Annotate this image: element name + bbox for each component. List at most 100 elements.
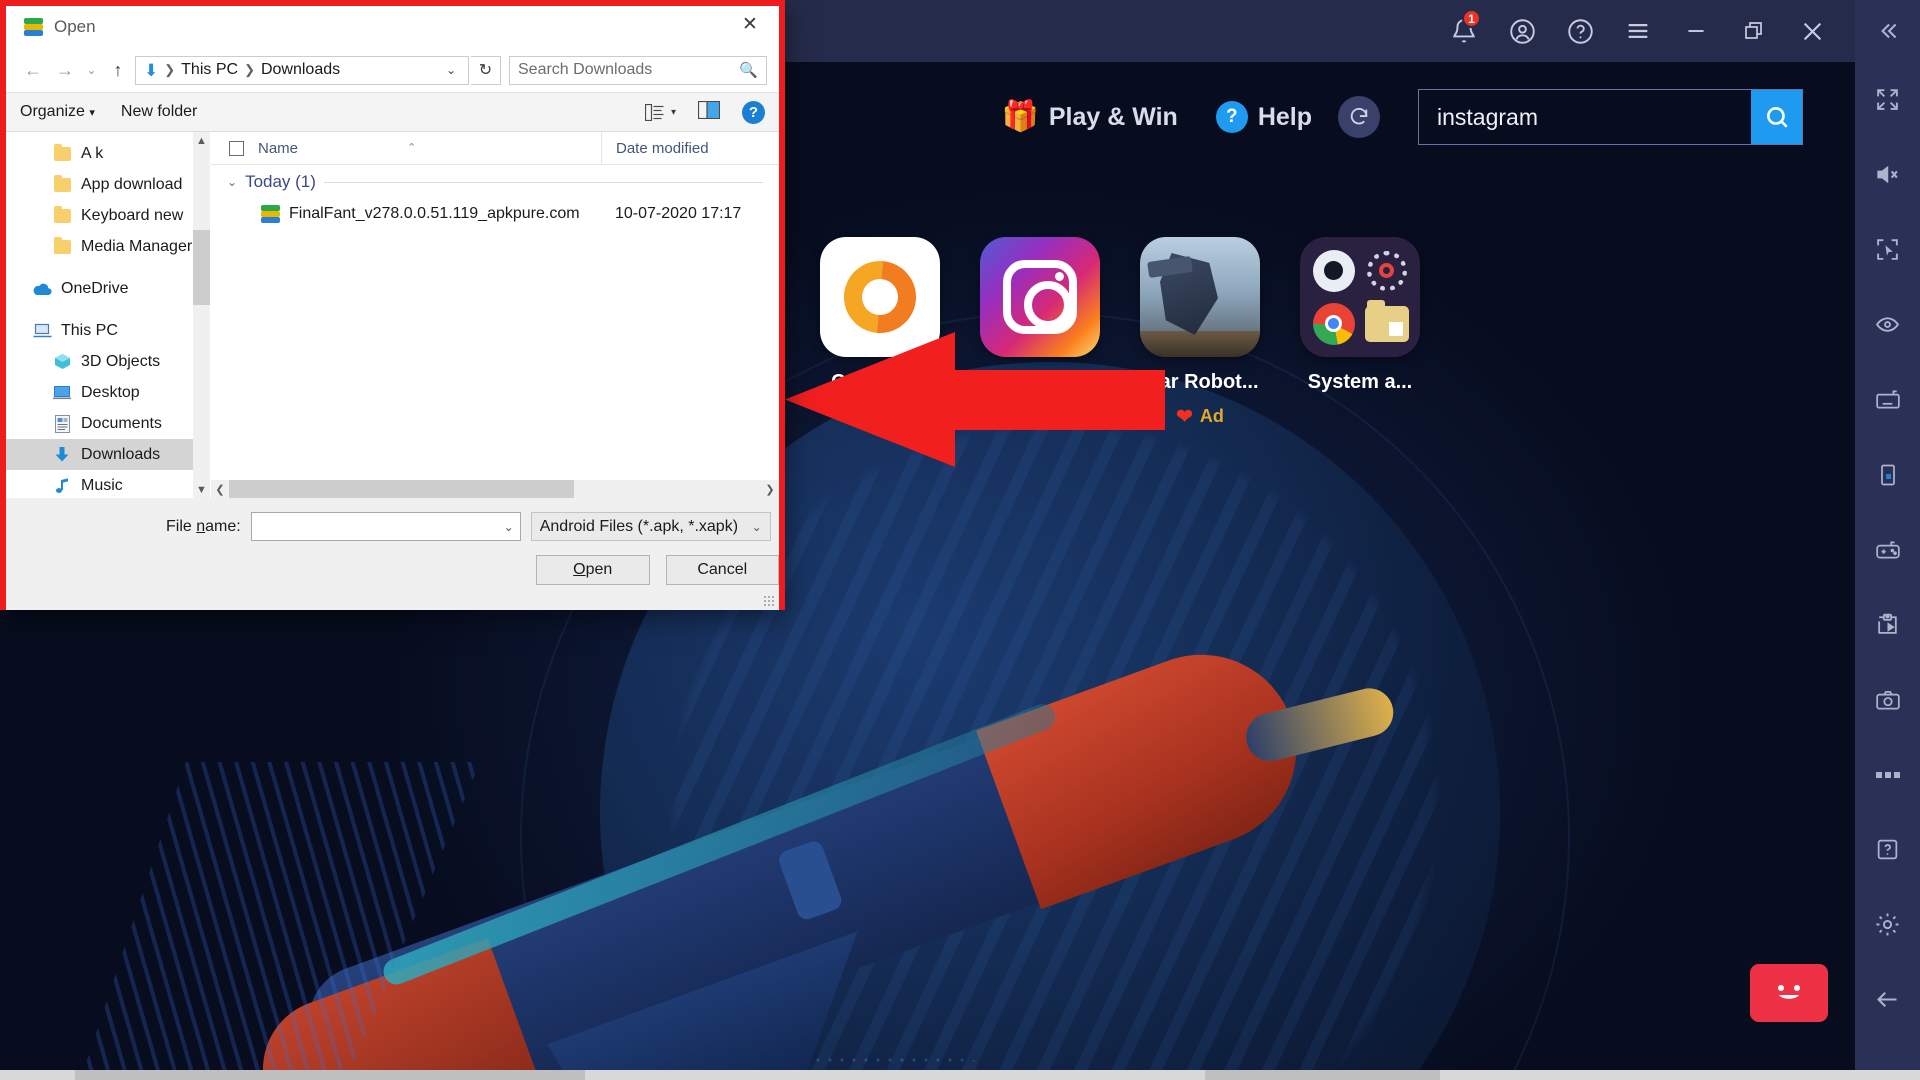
notifications-icon[interactable]: 1	[1435, 0, 1493, 62]
chevron-up-icon[interactable]: ▲	[196, 132, 207, 149]
file-group-header[interactable]: ⌄ Today (1)	[211, 165, 779, 199]
address-bar[interactable]: ⬇ ❯ This PC ❯ Downloads ⌄	[135, 55, 469, 85]
file-name-cell[interactable]: FinalFant_v278.0.0.51.119_apkpure.com	[211, 205, 601, 223]
account-icon[interactable]	[1493, 0, 1551, 62]
nav-pane-scrollbar[interactable]: ▲ ▼	[193, 132, 210, 498]
table-row[interactable]: FinalFant_v278.0.0.51.119_apkpure.com 10…	[211, 199, 779, 229]
reload-icon[interactable]	[1338, 96, 1380, 138]
recent-locations-icon[interactable]: ⌄	[82, 55, 101, 85]
open-button[interactable]: Open	[536, 555, 650, 585]
select-all-checkbox[interactable]	[229, 140, 244, 156]
nav-item-this-pc[interactable]: This PC	[6, 315, 210, 346]
organize-label: Organize	[20, 103, 85, 120]
help-button[interactable]: ? Help	[1215, 101, 1312, 133]
breadcrumb-downloads[interactable]: Downloads	[261, 61, 340, 79]
help-icon[interactable]: ?	[742, 100, 765, 124]
nav-item-onedrive[interactable]: OneDrive	[6, 273, 210, 304]
screenshot-camera-icon[interactable]	[1855, 662, 1920, 737]
macro-play-icon[interactable]	[1855, 587, 1920, 662]
gamepad-icon[interactable]	[1855, 512, 1920, 587]
eye-icon[interactable]	[1855, 287, 1920, 362]
question-box-icon[interactable]	[1855, 812, 1920, 887]
new-folder-button[interactable]: New folder	[121, 103, 197, 121]
chevron-down-icon[interactable]: ⌄	[227, 175, 237, 189]
settings-gear-icon[interactable]	[1855, 887, 1920, 962]
close-icon[interactable]	[1783, 0, 1841, 62]
nav-item-keyboard-new[interactable]: Keyboard new	[6, 200, 210, 231]
search-input[interactable]	[1419, 90, 1751, 144]
rotate-device-icon[interactable]	[1855, 437, 1920, 512]
maximize-icon[interactable]	[1725, 0, 1783, 62]
cancel-button[interactable]: Cancel	[665, 555, 779, 585]
chevron-down-icon[interactable]: ⌄	[438, 63, 464, 77]
nav-item-label: OneDrive	[61, 279, 129, 297]
scrollbar-thumb[interactable]	[193, 230, 210, 305]
refresh-icon[interactable]: ↻	[471, 55, 501, 85]
nav-item-label: Music	[81, 476, 123, 494]
nav-item-3d-objects[interactable]: 3D Objects	[6, 346, 210, 377]
close-icon[interactable]: ✕	[727, 8, 773, 40]
search-icon[interactable]	[1751, 90, 1802, 144]
nav-item-media-manager[interactable]: Media Manager	[6, 231, 210, 262]
up-arrow-icon[interactable]: ↑	[103, 55, 133, 85]
chevron-right-icon[interactable]: ❯	[761, 483, 779, 496]
nav-item-app-download[interactable]: App download	[6, 169, 210, 200]
app-label: System a...	[1307, 371, 1413, 393]
resize-grip[interactable]	[763, 595, 775, 607]
nav-item-desktop[interactable]: Desktop	[6, 377, 210, 408]
search-downloads-input[interactable]: Search Downloads 🔍	[509, 55, 767, 85]
bluestacks-icon	[261, 205, 280, 223]
mute-icon[interactable]	[1855, 137, 1920, 212]
file-list-horizontal-scrollbar[interactable]: ❮ ❯	[211, 480, 779, 498]
preview-pane-icon[interactable]	[697, 100, 721, 124]
back-arrow-icon[interactable]	[1855, 962, 1920, 1037]
fullscreen-icon[interactable]	[1855, 62, 1920, 137]
organize-button[interactable]: Organize ▾	[20, 103, 95, 121]
chevrons-left-icon[interactable]	[1855, 0, 1920, 62]
chevron-down-icon[interactable]: ▼	[196, 481, 207, 498]
file-list-pane[interactable]: Name ⌃ Date modified ⌄ Today (1) FinalFa…	[211, 132, 779, 498]
breadcrumb-this-pc[interactable]: This PC	[181, 61, 238, 79]
more-dots-icon[interactable]	[1855, 737, 1920, 812]
play-and-win-button[interactable]: 🎁 Play & Win	[1001, 102, 1177, 132]
floating-chat-bubble[interactable]	[1750, 964, 1828, 1022]
notification-badge: 1	[1462, 9, 1481, 28]
app-search-box[interactable]	[1418, 89, 1803, 145]
back-arrow-icon[interactable]: ←	[18, 55, 48, 85]
nav-item-label: Downloads	[81, 445, 161, 463]
chevron-left-icon[interactable]: ❮	[211, 483, 229, 496]
group-divider	[323, 181, 763, 183]
minimize-icon[interactable]	[1667, 0, 1725, 62]
ad-label: Ad	[1199, 406, 1224, 426]
file-type-select[interactable]: Android Files (*.apk, *.xapk) ⌄	[530, 512, 771, 541]
nav-item-a-k[interactable]: A k	[6, 138, 210, 169]
chevron-down-icon: ▾	[89, 107, 95, 119]
dialog-footer: File name: ⌄ Android Files (*.apk, *.xap…	[6, 498, 779, 610]
file-name-input[interactable]: ⌄	[250, 512, 521, 541]
app-item-system-apps[interactable]: System a...	[1300, 237, 1420, 430]
nav-item-music[interactable]: Music	[6, 470, 210, 498]
menu-icon[interactable]	[1609, 0, 1667, 62]
scrollbar-thumb[interactable]	[229, 480, 574, 498]
help-icon[interactable]	[1551, 0, 1609, 62]
forward-arrow-icon[interactable]: →	[50, 55, 80, 85]
help-label: Help	[1257, 102, 1312, 131]
nav-item-downloads[interactable]: Downloads	[6, 439, 210, 470]
open-file-dialog[interactable]: Open ✕ ← → ⌄ ↑ ⬇ ❯ This PC ❯ Downloads ⌄…	[0, 0, 785, 610]
chevron-down-icon[interactable]: ⌄	[504, 520, 514, 534]
dialog-body: A k App download Keyboard new Media Mana…	[6, 132, 779, 498]
dialog-toolbar: Organize ▾ New folder ▾ ?	[6, 92, 779, 132]
keyboard-icon[interactable]	[1855, 362, 1920, 437]
column-header-date-modified[interactable]: Date modified	[601, 132, 709, 164]
system-apps-icon[interactable]	[1300, 237, 1420, 357]
nav-item-documents[interactable]: Documents	[6, 408, 210, 439]
chevron-down-icon: ⌄	[751, 519, 762, 534]
folder-icon	[52, 205, 72, 226]
view-list-icon[interactable]: ▾	[644, 103, 676, 121]
column-header-name[interactable]: Name ⌃	[211, 140, 601, 157]
windows-taskbar[interactable]	[0, 1070, 1920, 1080]
folder-icon	[1364, 299, 1409, 342]
cursor-target-icon[interactable]	[1855, 212, 1920, 287]
navigation-list: A k App download Keyboard new Media Mana…	[6, 132, 210, 498]
navigation-pane[interactable]: A k App download Keyboard new Media Mana…	[6, 132, 211, 498]
